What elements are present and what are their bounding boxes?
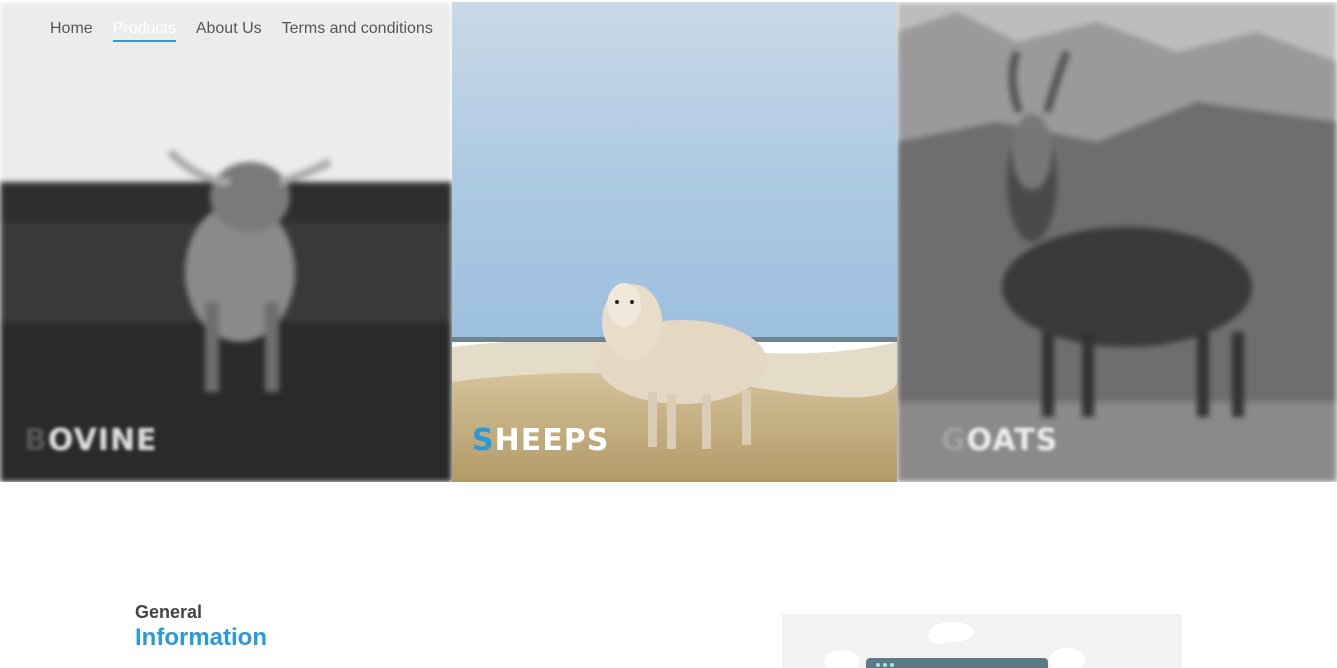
info-illustration bbox=[782, 614, 1182, 668]
info-subtitle: General bbox=[135, 602, 203, 622]
nav-products-link[interactable]: Products bbox=[112, 20, 176, 42]
main-nav: Home Products About Us Terms and conditi… bbox=[50, 20, 433, 42]
product-panels: BOVINE SHEEPS GOATS bbox=[0, 2, 1337, 482]
general-info-section: General Information bbox=[135, 600, 267, 652]
panel-bovine[interactable]: BOVINE bbox=[0, 2, 452, 482]
panel-sheeps[interactable]: SHEEPS bbox=[452, 2, 897, 482]
panel-title-goats: GOATS bbox=[941, 423, 1059, 458]
sheep-image bbox=[452, 2, 897, 482]
info-title: Information bbox=[135, 624, 267, 651]
nav-terms-link[interactable]: Terms and conditions bbox=[282, 20, 433, 42]
page: Home Products About Us Terms and conditi… bbox=[0, 0, 1337, 668]
panel-title-sheeps: SHEEPS bbox=[472, 423, 610, 458]
nav-home-link[interactable]: Home bbox=[50, 20, 93, 42]
panel-title-bovine: BOVINE bbox=[24, 423, 158, 458]
panel-goats[interactable]: GOATS bbox=[897, 2, 1337, 482]
goat-image bbox=[897, 2, 1337, 482]
bovine-image bbox=[0, 2, 452, 482]
nav-about-link[interactable]: About Us bbox=[196, 20, 262, 42]
